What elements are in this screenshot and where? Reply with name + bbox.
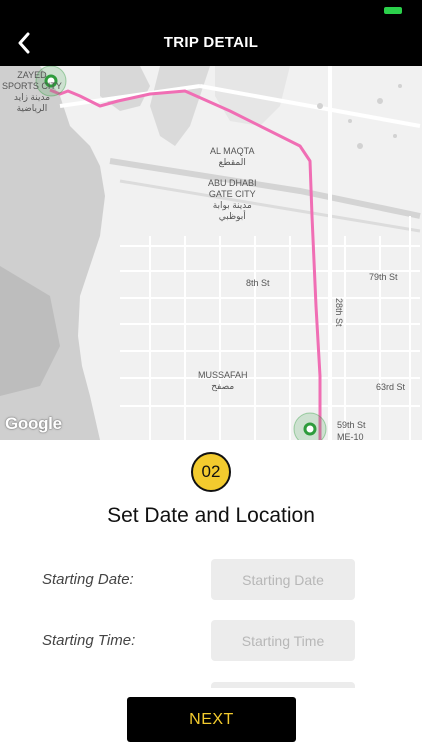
map-label-79th-st: 79th St bbox=[369, 272, 398, 282]
map-label-28th-st: 28th St bbox=[334, 298, 344, 327]
map-label-63rd-st: 63rd St bbox=[376, 382, 406, 392]
nav-bar: TRIP DETAIL bbox=[0, 20, 422, 66]
status-bar bbox=[0, 0, 422, 20]
page-title: TRIP DETAIL bbox=[163, 34, 259, 51]
step-title: Set Date and Location bbox=[107, 504, 315, 527]
next-button[interactable]: NEXT bbox=[127, 697, 296, 742]
google-logo: Google bbox=[5, 414, 62, 433]
map-label-road-code: ME-10 bbox=[337, 432, 364, 440]
starting-date-label: Starting Date: bbox=[42, 571, 134, 588]
step-number: 02 bbox=[201, 462, 221, 481]
starting-time-field[interactable] bbox=[211, 620, 355, 661]
map-label-8th-st: 8th St bbox=[246, 278, 270, 288]
starting-date-row: Starting Date: bbox=[0, 559, 422, 601]
starting-time-label: Starting Time: bbox=[42, 632, 136, 649]
map-label-zayed: ZAYED SPORTS CITY مدينة زايد الرياضية bbox=[2, 70, 62, 113]
end-marker[interactable] bbox=[293, 412, 327, 440]
map-label-mussafah: MUSSAFAH مصفح bbox=[198, 370, 248, 391]
starting-time-row: Starting Time: bbox=[0, 620, 422, 662]
step-badge: 02 bbox=[191, 452, 231, 492]
map-label-abu-dhabi-gate: ABU DHABI GATE CITY مدينة بوابة أبوظبي bbox=[208, 178, 257, 221]
starting-date-field[interactable] bbox=[211, 559, 355, 600]
map-label-al-maqta: AL MAQTA المقطع bbox=[210, 146, 255, 167]
map-label-59th-st: 59th St bbox=[337, 420, 366, 430]
battery-icon bbox=[384, 7, 402, 14]
route-map[interactable]: ZAYED SPORTS CITY مدينة زايد الرياضية AL… bbox=[0, 66, 422, 440]
